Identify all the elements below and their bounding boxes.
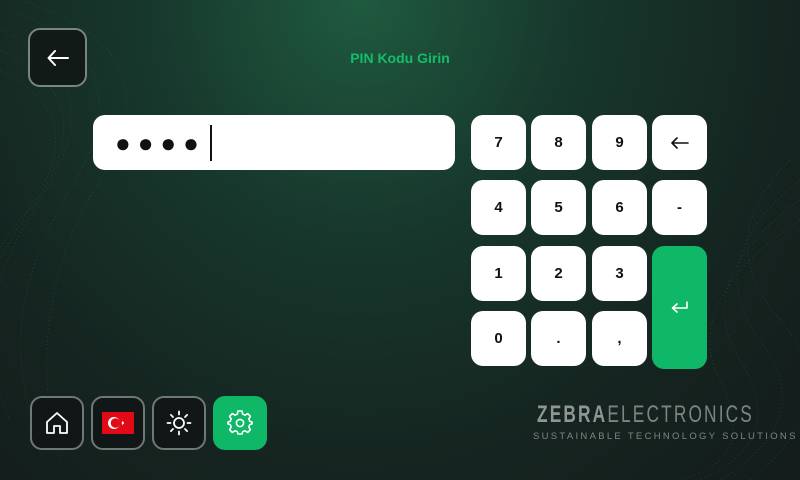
turkey-flag-icon [102, 412, 134, 434]
key-1[interactable]: 1 [471, 246, 526, 301]
key-dot[interactable]: . [531, 311, 586, 366]
key-4[interactable]: 4 [471, 180, 526, 235]
key-label: 7 [494, 134, 503, 151]
arrow-left-icon [670, 136, 689, 149]
pin-input[interactable]: ●●●● [93, 115, 455, 170]
key-3[interactable]: 3 [592, 246, 647, 301]
home-button[interactable] [30, 396, 84, 450]
key-label: 2 [554, 265, 563, 282]
home-icon [46, 412, 68, 434]
key-enter[interactable] [652, 246, 707, 369]
enter-icon [671, 300, 688, 313]
key-label: 1 [494, 265, 503, 282]
key-5[interactable]: 5 [531, 180, 586, 235]
sun-icon [166, 410, 192, 436]
key-7[interactable]: 7 [471, 115, 526, 170]
key-label: 4 [494, 199, 503, 216]
key-comma[interactable]: , [592, 311, 647, 366]
key-label: 0 [494, 330, 503, 347]
key-label: - [677, 199, 682, 216]
key-label: 3 [615, 265, 624, 282]
key-label: 8 [554, 134, 563, 151]
settings-button[interactable] [213, 396, 267, 450]
brightness-button[interactable] [152, 396, 206, 450]
brand-tagline: SUSTAINABLE TECHNOLOGY SOLUTIONS [533, 431, 798, 442]
key-minus[interactable]: - [652, 180, 707, 235]
key-9[interactable]: 9 [592, 115, 647, 170]
text-cursor [209, 124, 212, 161]
key-label: . [556, 330, 561, 347]
key-backspace[interactable] [652, 115, 707, 170]
key-label: 5 [554, 199, 563, 216]
key-label: 6 [615, 199, 624, 216]
brand-name-part2: ELECTRONICS [607, 401, 754, 428]
key-label: , [617, 330, 622, 347]
brand-logo: ZEBRAELECTRONICS SUSTAINABLE TECHNOLOGY … [533, 402, 798, 444]
key-8[interactable]: 8 [531, 115, 586, 170]
key-label: 9 [615, 134, 624, 151]
brand-name: ZEBRAELECTRONICS [537, 402, 754, 428]
key-6[interactable]: 6 [592, 180, 647, 235]
gear-icon [227, 410, 253, 435]
brand-name-part1: ZEBRA [537, 401, 608, 428]
key-2[interactable]: 2 [531, 246, 586, 301]
key-0[interactable]: 0 [471, 311, 526, 366]
pin-masked-value: ●●●● [115, 127, 206, 158]
page-title: PIN Kodu Girin [350, 50, 450, 66]
language-button[interactable] [91, 396, 145, 450]
